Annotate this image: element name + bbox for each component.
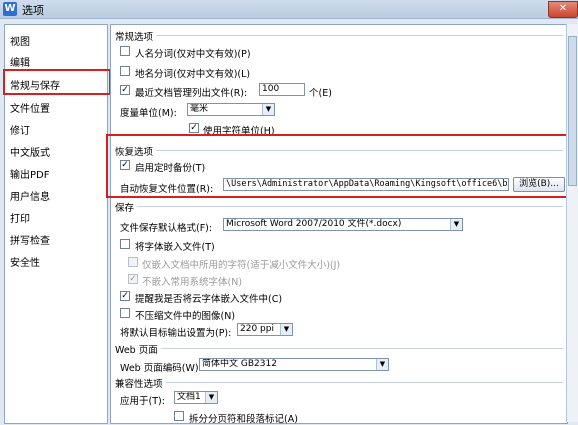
web-encoding-label: Web 页面编码(W):: [120, 363, 202, 374]
default-output-value: 220 ppi: [240, 324, 274, 334]
split-marks-checkbox[interactable]: [174, 411, 184, 421]
person-name-split-label: 人名分词(仅对中文有效)(P): [135, 49, 251, 60]
section-divider: [115, 382, 563, 383]
close-button[interactable]: ✕: [548, 1, 578, 18]
sidebar-highlight-box: [3, 69, 111, 95]
sidebar-item-chinese-layout[interactable]: 中文版式: [10, 144, 50, 159]
remind-cloud-fonts-checkbox[interactable]: ✓: [120, 291, 130, 301]
chevron-down-icon: ▼: [280, 324, 292, 335]
person-name-split-checkbox[interactable]: [120, 46, 130, 56]
section-divider: [115, 348, 563, 349]
chevron-down-icon: ▼: [262, 104, 274, 115]
web-encoding-value: 简体中文 GB2312: [202, 359, 277, 369]
embed-fonts-label: 将字体嵌入文件(T): [135, 242, 215, 253]
window-title: 选项: [22, 4, 44, 17]
vertical-scrollbar[interactable]: [566, 24, 578, 422]
section-divider: [115, 35, 563, 36]
embed-used-chars-label: 仅嵌入文档中所用的字符(适于减小文件大小)(J): [142, 260, 341, 271]
place-name-split-label: 地名分词(仅对中文有效)(L): [135, 69, 251, 80]
sidebar-item-print[interactable]: 打印: [10, 210, 30, 225]
remind-cloud-fonts-label: 提醒我是否将云字体嵌入文件中(C): [135, 294, 283, 305]
apply-to-select[interactable]: 文档1 ▼: [174, 391, 218, 404]
no-embed-common-checkbox: ✓: [128, 274, 138, 284]
section-title-web: Web 页面: [115, 342, 161, 356]
section-divider: [115, 206, 563, 207]
sidebar-item-spellcheck[interactable]: 拼写检查: [10, 232, 50, 247]
embed-used-chars-checkbox: [128, 257, 138, 267]
embed-fonts-checkbox[interactable]: [120, 239, 130, 249]
scrollbar-thumb[interactable]: [568, 36, 577, 186]
default-format-select[interactable]: Microsoft Word 2007/2010 文件(*.docx) ▼: [223, 218, 463, 231]
wps-app-icon: W: [3, 2, 17, 16]
recovery-highlight-box: [106, 134, 578, 198]
sidebar-item-view[interactable]: 视图: [10, 33, 30, 48]
use-char-unit-checkbox[interactable]: ✓: [189, 123, 199, 133]
split-marks-label: 拆分分页符和段落标记(A): [189, 414, 298, 425]
chevron-down-icon: ▼: [205, 392, 217, 403]
options-panel: 常规选项 人名分词(仅对中文有效)(P) 地名分词(仅对中文有效)(L) ✓ 最…: [110, 24, 568, 425]
title-bar: W 选项 ✕: [0, 0, 578, 19]
measure-unit-value: 毫米: [190, 104, 209, 114]
sidebar-item-revision[interactable]: 修订: [10, 122, 30, 137]
place-name-split-checkbox[interactable]: [120, 66, 130, 76]
default-format-label: 文件保存默认格式(F):: [120, 223, 213, 234]
apply-to-value: 文档1: [177, 392, 201, 402]
web-encoding-select[interactable]: 简体中文 GB2312 ▼: [199, 358, 389, 371]
measure-unit-select[interactable]: 毫米 ▼: [187, 103, 275, 116]
sidebar-item-security[interactable]: 安全性: [10, 254, 40, 269]
section-title-compat: 兼容性选项: [115, 376, 166, 390]
apply-to-label: 应用于(T):: [120, 396, 165, 407]
recent-files-checkbox[interactable]: ✓: [120, 85, 130, 95]
default-output-label: 将默认目标输出设置为(P):: [120, 328, 232, 339]
recent-files-count-input[interactable]: 100: [259, 83, 305, 96]
recent-files-label: 最近文档管理列出文件(R):: [135, 88, 248, 99]
section-title-general: 常规选项: [115, 29, 157, 43]
chevron-down-icon: ▼: [450, 219, 462, 230]
sidebar-item-file-location[interactable]: 文件位置: [10, 100, 50, 115]
recent-files-unit: 个(E): [309, 88, 332, 99]
no-embed-common-label: 不嵌入常用系统字体(N): [142, 277, 243, 288]
sidebar-item-edit[interactable]: 编辑: [10, 54, 30, 69]
default-format-value: Microsoft Word 2007/2010 文件(*.docx): [226, 219, 402, 229]
recent-files-count-value: 100: [262, 84, 280, 94]
default-output-select[interactable]: 220 ppi ▼: [237, 323, 293, 336]
no-compress-images-label: 不压缩文件中的图像(N): [135, 311, 236, 322]
no-compress-images-checkbox[interactable]: [120, 308, 130, 318]
sidebar-item-user-info[interactable]: 用户信息: [10, 188, 50, 203]
sidebar-item-export-pdf[interactable]: 输出PDF: [10, 166, 49, 181]
chevron-down-icon: ▼: [376, 359, 388, 370]
measure-unit-label: 度量单位(M):: [120, 108, 177, 119]
section-title-save: 保存: [115, 200, 138, 214]
